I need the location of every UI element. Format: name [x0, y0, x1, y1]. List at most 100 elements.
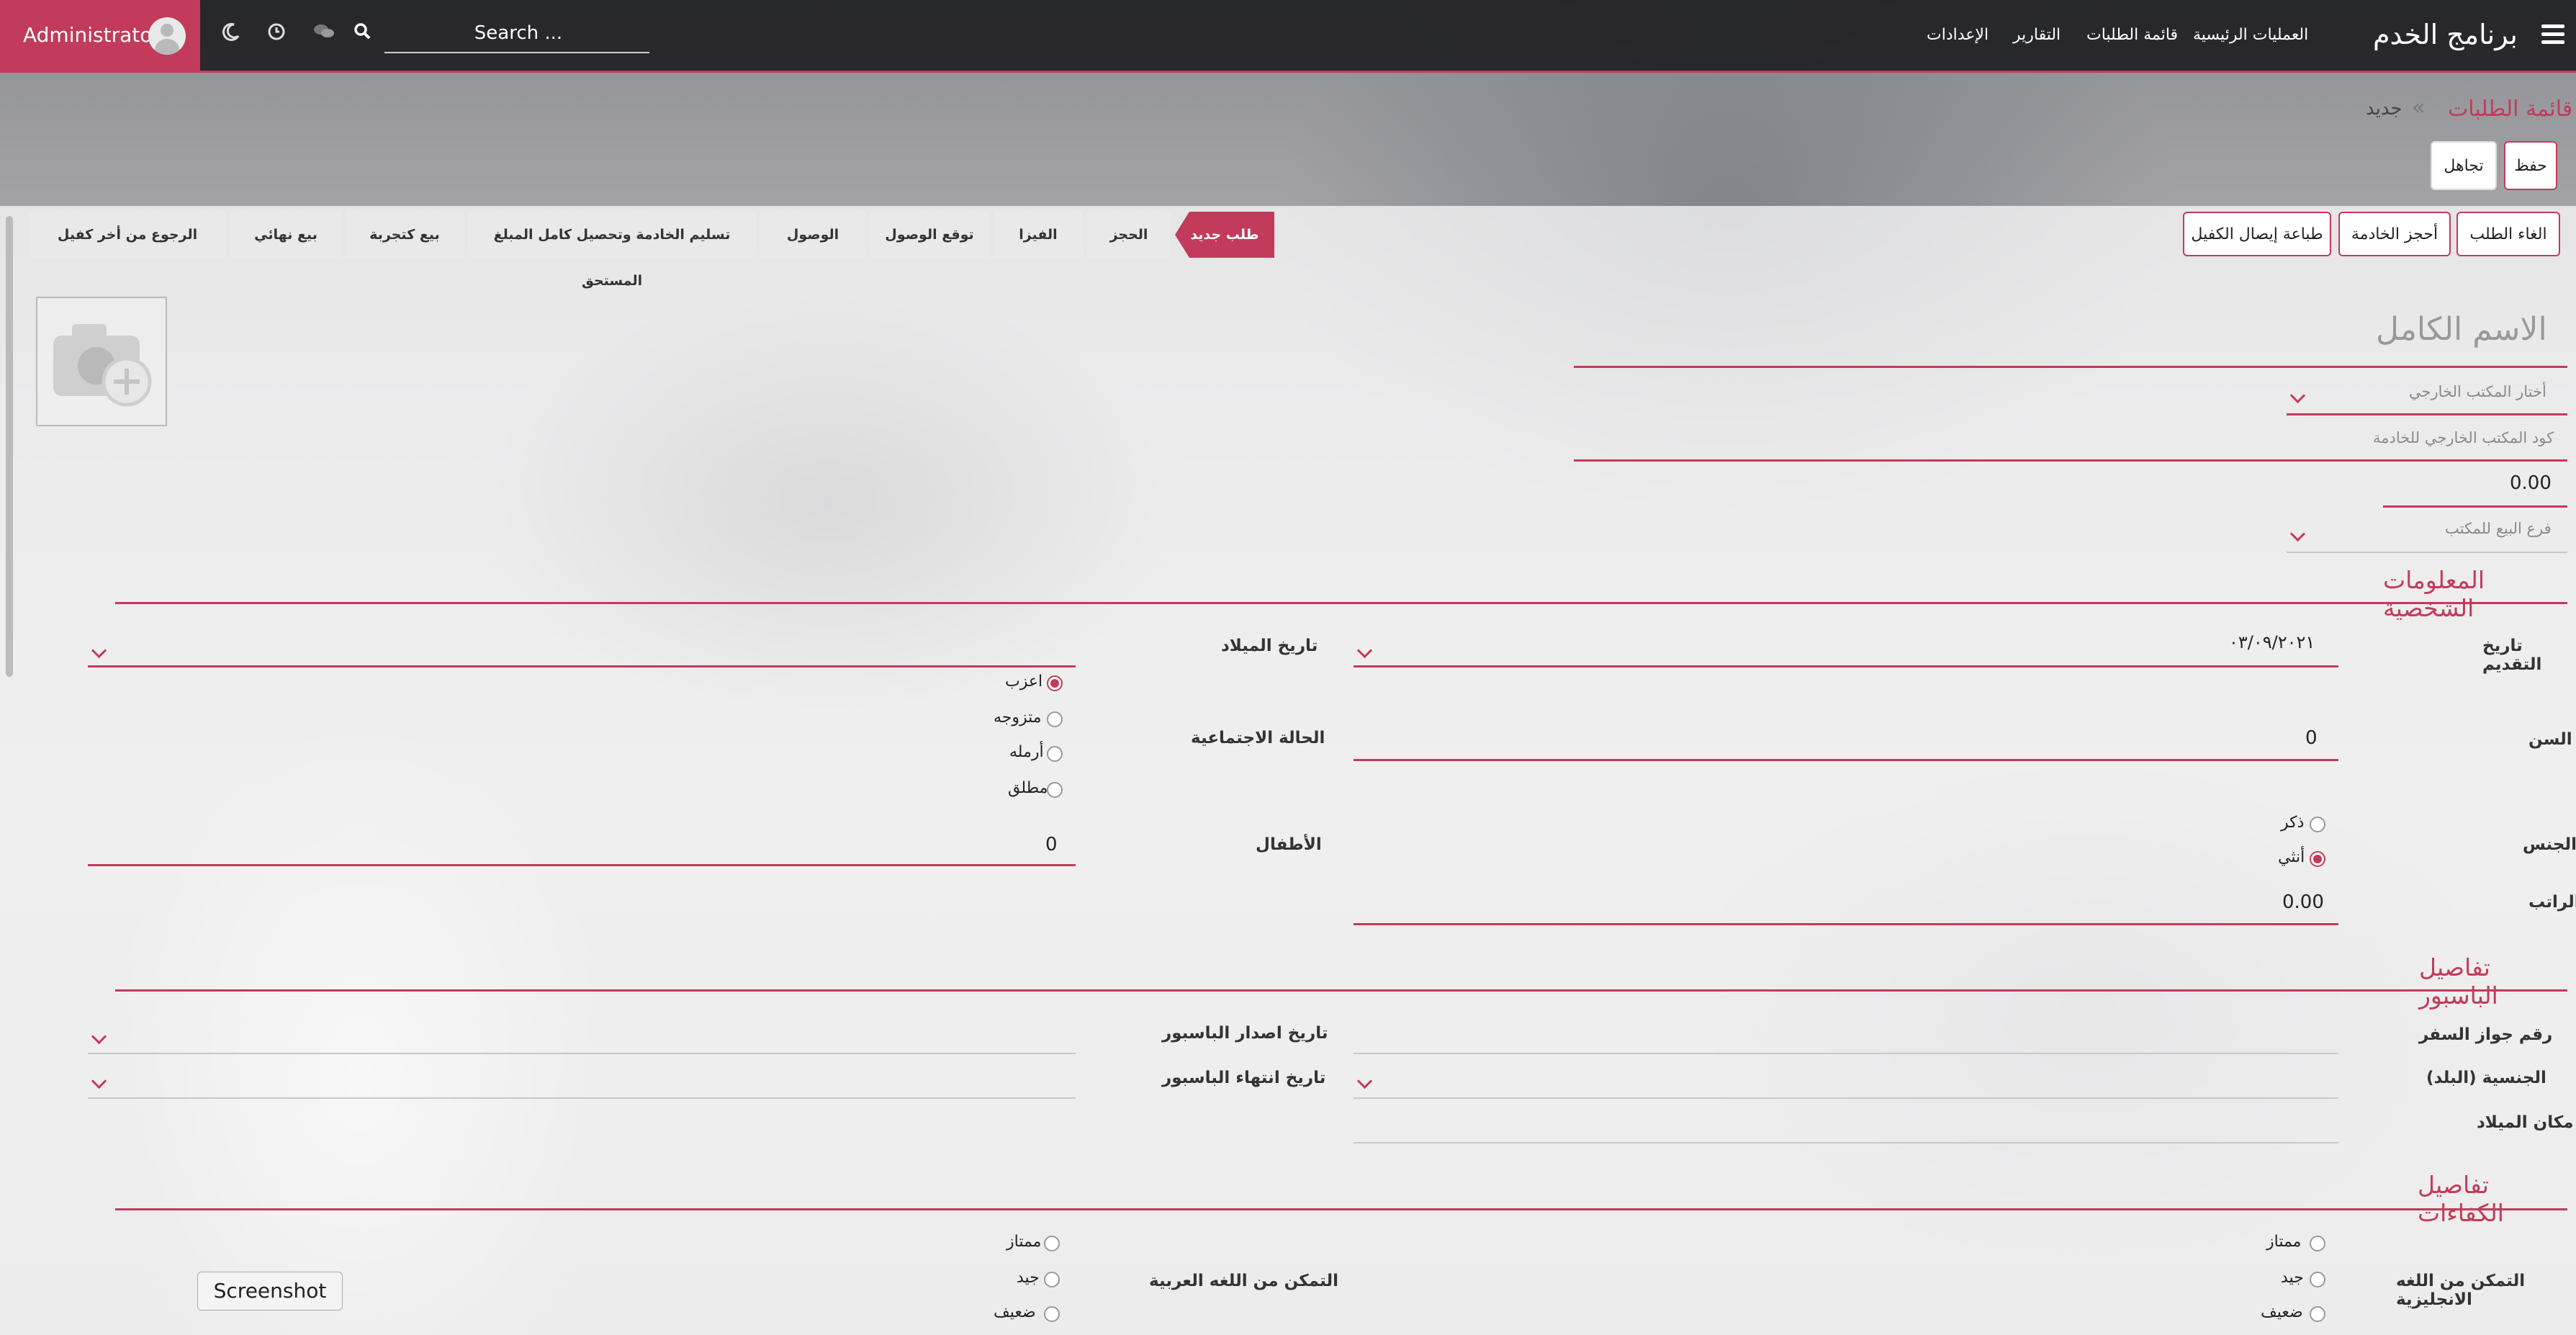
status-bar: طلب جديد الحجز الفيزا توقع الوصول الوصول…: [29, 212, 1274, 289]
age-field[interactable]: 0: [2305, 727, 2318, 749]
full-name-field[interactable]: الاسم الكامل: [2376, 311, 2547, 348]
breadcrumb-parent[interactable]: قائمة الطلبات: [2448, 96, 2572, 122]
nav-reports[interactable]: التقارير: [2013, 26, 2061, 44]
sales-branch-select[interactable]: فرع البيع للمكتب: [2445, 520, 2552, 537]
user-menu[interactable]: Administrator: [0, 0, 200, 71]
section-title-personal: المعلومات الشخصية: [2383, 566, 2485, 622]
nav-requests[interactable]: قائمة الطلبات: [2086, 26, 2178, 44]
nationality-field[interactable]: [1354, 1097, 2338, 1099]
amount-field[interactable]: 0.00: [2510, 472, 2552, 494]
chat-icon[interactable]: [311, 22, 337, 48]
marital-option: مطلق: [1008, 779, 1048, 797]
birth-date-label: تاريخ الميلاد: [1221, 637, 1318, 655]
marital-married-radio[interactable]: [1047, 711, 1063, 727]
cancel-request-button[interactable]: الغاء الطلب: [2456, 212, 2560, 256]
section-divider: [115, 1208, 2567, 1210]
status-step[interactable]: بيع نهائي: [230, 212, 341, 258]
discard-button[interactable]: تجاهل: [2431, 141, 2497, 190]
passport-number-field[interactable]: [1354, 1053, 2338, 1054]
section-title-skills: تفاصيل الكفاءات: [2418, 1171, 2504, 1227]
camera-add-icon: [53, 324, 152, 407]
age-label: السن: [2528, 730, 2572, 749]
level-option: جيد: [2281, 1269, 2304, 1287]
english-weak-radio[interactable]: [2310, 1306, 2325, 1322]
amount-underline: [2383, 505, 2567, 508]
nav-main-operations[interactable]: العمليات الرئيسية: [2193, 26, 2308, 44]
apply-date-field[interactable]: ٠٣/٠٩/٢٠٢١: [2229, 632, 2315, 652]
passport-issue-field[interactable]: [88, 1053, 1076, 1054]
app-brand[interactable]: برنامج الخدم: [2373, 19, 2518, 50]
children-underline: [88, 864, 1076, 866]
clock-icon[interactable]: [264, 22, 289, 48]
search-box: [384, 13, 652, 53]
moon-icon[interactable]: [217, 22, 243, 48]
english-level-label: التمكن من اللغه الانجليزية: [2396, 1272, 2526, 1309]
screenshot-tooltip: Screenshot: [197, 1272, 343, 1311]
foreign-office-select[interactable]: أختار المكتب الخارجي: [2409, 383, 2546, 400]
gender-female-radio[interactable]: [2310, 851, 2325, 867]
user-name: Administrator: [23, 23, 161, 47]
arabic-excellent-radio[interactable]: [1044, 1236, 1060, 1251]
vertical-scrollbar[interactable]: [6, 216, 13, 677]
english-excellent-radio[interactable]: [2310, 1236, 2325, 1251]
marital-option: أرمله: [1009, 743, 1044, 761]
full-name-underline: [1574, 366, 2567, 368]
top-navbar: Administrator الإعدادات التقارير قائمة ا…: [0, 0, 2576, 73]
birthplace-field[interactable]: [1354, 1142, 2338, 1143]
status-step[interactable]: الوصول: [760, 212, 865, 258]
section-divider: [115, 602, 2567, 604]
marital-widowed-radio[interactable]: [1047, 746, 1063, 762]
save-button[interactable]: حفظ: [2504, 141, 2557, 190]
gender-label: الجنس: [2523, 835, 2576, 854]
passport-expiry-label: تاريخ انتهاء الباسبور: [1162, 1069, 1326, 1087]
search-input[interactable]: [384, 13, 652, 53]
foreign-office-code-field[interactable]: كود المكتب الخارجي للخادمة: [2373, 429, 2554, 446]
salary-underline: [1354, 923, 2338, 925]
age-underline: [1354, 759, 2338, 761]
arabic-level-label: التمكن من اللغه العربية: [1149, 1272, 1338, 1290]
salary-label: الراتب: [2528, 893, 2576, 912]
arabic-good-radio[interactable]: [1044, 1272, 1060, 1287]
status-step[interactable]: الرجوع من أخر كفيل: [29, 212, 226, 258]
level-option: ممتاز: [2266, 1233, 2302, 1251]
print-sponsor-receipt-button[interactable]: طباعة إيصال الكفيل: [2183, 212, 2331, 256]
status-step[interactable]: توقع الوصول: [870, 212, 989, 258]
arabic-weak-radio[interactable]: [1044, 1306, 1060, 1322]
hamburger-menu-icon[interactable]: [2541, 24, 2564, 45]
search-icon[interactable]: [350, 22, 376, 48]
foreign-office-code-underline: [1574, 459, 2567, 462]
avatar[interactable]: [148, 17, 186, 55]
passport-expiry-field[interactable]: [88, 1097, 1076, 1099]
status-step[interactable]: طلب جديد: [1175, 212, 1274, 258]
status-step[interactable]: الفيزا: [994, 212, 1083, 258]
form-sheet-overlay: [0, 206, 2576, 1335]
level-option: ضعيف: [994, 1303, 1036, 1321]
status-step[interactable]: الحجز: [1087, 212, 1171, 258]
marital-divorced-radio[interactable]: [1047, 782, 1063, 798]
nav-settings[interactable]: الإعدادات: [1927, 26, 1989, 44]
status-step[interactable]: تسليم الخادمة وتحصيل كامل المبلغ المستحق: [468, 212, 756, 289]
level-option: ممتاز: [1006, 1233, 1042, 1251]
birth-date-underline: [88, 665, 1076, 668]
gender-male-radio[interactable]: [2310, 817, 2325, 832]
status-step[interactable]: بيع كتجربة: [346, 212, 464, 258]
breadcrumb-separator: «: [2412, 95, 2426, 120]
nationality-label: الجنسية (البلد): [2426, 1069, 2546, 1087]
marital-status-label: الحالة الاجتماعية: [1191, 729, 1325, 747]
english-good-radio[interactable]: [2310, 1272, 2325, 1287]
marital-single-radio[interactable]: [1047, 675, 1063, 691]
passport-issue-label: تاريخ اصدار الباسبور: [1162, 1024, 1328, 1043]
photo-upload[interactable]: [36, 297, 167, 426]
level-option: جيد: [1017, 1269, 1040, 1287]
foreign-office-underline: [2287, 413, 2567, 415]
salary-field[interactable]: 0.00: [2282, 891, 2324, 913]
marital-option: اعزب: [1005, 673, 1043, 691]
apply-date-label: تاريخ التقديم: [2482, 637, 2542, 674]
gender-option: أنثي: [2278, 848, 2305, 866]
children-label: الأطفال: [1256, 835, 1322, 854]
book-maid-button[interactable]: أحجز الخادمة: [2338, 212, 2451, 256]
children-field[interactable]: 0: [1045, 834, 1058, 855]
birthplace-label: مكان الميلاد: [2477, 1113, 2574, 1132]
section-divider: [115, 989, 2567, 992]
section-title-passport: تفاصيل الباسبور: [2419, 953, 2498, 1010]
